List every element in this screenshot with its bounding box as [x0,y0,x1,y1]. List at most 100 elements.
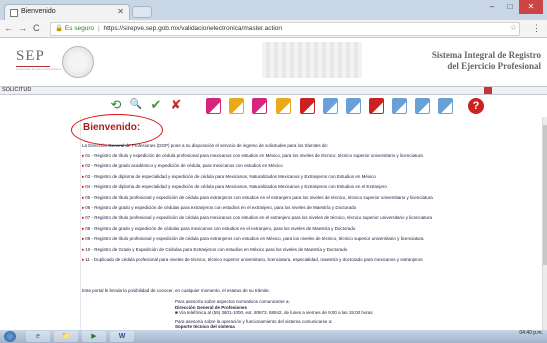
bullet-icon: ▸ [82,184,85,190]
page-scrollbar[interactable] [542,117,547,330]
list-item: ▸04 - Registro de diploma de especialida… [82,184,542,194]
document-icon-8[interactable] [369,98,384,114]
taskbar-word-icon[interactable]: W [110,331,134,342]
tab-close-icon[interactable]: ✕ [117,7,124,16]
browser-menu-icon[interactable]: ⋮ [532,23,541,34]
list-item: ▸08 - Registro de grado y expedición de … [82,226,542,236]
list-item: ▸11 - Duplicado de cédula profesional pa… [82,257,542,267]
user-info-bar: SOLICITUD [0,86,547,95]
back-icon[interactable]: ← [4,23,13,33]
document-icon-5[interactable] [300,98,315,114]
list-item-text: 01 - Registro de título y expedición de … [85,153,423,158]
bullet-icon: ▸ [82,153,85,158]
content-divider [80,117,81,330]
document-icon-1[interactable] [206,98,221,114]
bullet-icon: ▸ [82,163,85,169]
list-item-text: 04 - Registro de diploma de especialidad… [85,184,387,190]
list-item-text: 03 - Registro de diploma de especialidad… [85,173,376,179]
action-toolbar: ⟲ 🔍 ✔ ✘ ? [0,95,547,117]
lock-icon: 🔒 [55,25,64,32]
header-building-image [262,42,362,78]
taskbar-media-icon[interactable]: ▶ [82,331,106,342]
bullet-icon: ▸ [82,194,85,200]
list-item: ▸03 - Registro de diploma de especialida… [82,174,542,184]
refresh-tool-icon[interactable]: ⟲ [108,97,124,113]
url-text: https://sirepve.sep.gob.mx/validacionele… [103,25,282,32]
window-controls: – □ ✕ [483,0,543,14]
url-input[interactable]: 🔒 Es seguro | https://sirepve.sep.gob.mx… [50,22,520,36]
list-item: ▸06 - Registro de grado y expedición de … [82,205,542,215]
site-header: SEP SECRETARÍA DE EDUCACIÓN PÚBLICA Sist… [0,38,547,86]
document-icon-9[interactable] [392,98,407,114]
bullet-icon: ▸ [82,215,85,221]
minimize-button[interactable]: – [483,0,501,14]
logout-icon[interactable] [484,87,492,94]
status-note: Este portal le brinda la posibilidad de … [82,288,270,293]
system-title-line1: Sistema Integral de Registro [431,50,541,60]
contact-info: Para asesoría sobre aspectos normativos … [175,299,373,330]
bookmark-star-icon[interactable]: ☆ [510,23,517,32]
list-item: ▸02 - Registro de grado académico y expe… [82,163,542,173]
procedure-list: ▸01 - Registro de título y expedición de… [82,153,542,267]
document-icon-2[interactable] [229,98,244,114]
contact-line-5: Soporte técnico del sistema [175,324,235,329]
list-item: ▸10 - Registro de Grado y Expedición de … [82,247,542,257]
list-item: ▸07 - Registro de título profesional y e… [82,215,542,225]
list-item: ▸05 - Registro de título profesional y e… [82,195,542,205]
document-icon-10[interactable] [415,98,430,114]
maximize-button[interactable]: □ [501,0,519,14]
list-item-text: 10 - Registro de Grado y Expedición de C… [85,246,348,252]
reload-icon[interactable]: C [33,23,40,33]
contact-line-3: ■ Vía telefónica al (55) 3601-1000, ext.… [175,310,373,315]
document-icon-3[interactable] [252,98,267,114]
list-item: ▸01 - Registro de título y expedición de… [82,153,542,163]
browser-titlebar: Bienvenido ✕ – □ ✕ [0,0,547,20]
national-seal-image [62,46,94,78]
cancel-tool-icon[interactable]: ✘ [168,97,184,113]
list-item-text: 07 - Registro de título profesional y ex… [85,215,432,221]
red-annotation-circle [71,114,163,146]
scrollbar-thumb[interactable] [543,125,547,265]
bullet-icon: ▸ [82,204,85,210]
list-item-text: 02 - Registro de grado académico y exped… [85,163,283,169]
bullet-icon: ▸ [82,236,85,242]
address-bar: ← → C 🔒 Es seguro | https://sirepve.sep.… [0,20,547,38]
logo-divider [16,66,50,67]
intro-text: La Dirección General de Profesiones (DGP… [82,143,329,148]
new-tab-button[interactable] [132,6,152,18]
list-item-text: 11 - Duplicado de cédula profesional par… [85,256,423,262]
windows-taskbar: e 📁 ▶ W 04:40 p.m. [0,330,547,343]
welcome-content: Bienvenido: La Dirección General de Prof… [0,114,547,330]
document-icon-4[interactable] [276,98,291,114]
sep-logo-subtitle: SECRETARÍA DE EDUCACIÓN PÚBLICA [16,68,62,71]
bullet-icon: ▸ [82,246,85,252]
list-item-text: 08 - Registro de grado y expedición de c… [85,225,356,231]
username-label: SOLICITUD [2,87,32,93]
taskbar-ie-icon[interactable]: e [26,331,50,342]
bullet-icon: ▸ [82,225,85,231]
help-icon[interactable]: ? [468,98,484,114]
document-icon-6[interactable] [323,98,338,114]
document-icon-7[interactable] [346,98,361,114]
search-tool-icon[interactable]: 🔍 [128,97,144,113]
system-tray: 04:40 p.m. [519,330,543,337]
check-tool-icon[interactable]: ✔ [148,97,164,113]
document-icon-11[interactable] [438,98,453,114]
list-item-text: 06 - Registro de grado y expedición de c… [85,204,357,210]
start-button[interactable] [4,331,16,342]
forward-icon[interactable]: → [18,23,27,33]
list-item: ▸09 - Registro de título profesional y e… [82,236,542,246]
page-icon [10,9,18,17]
secure-label: Es seguro [64,25,95,32]
system-title: Sistema Integral de Registro del Ejercic… [432,50,541,72]
list-item-text: 05 - Registro de título profesional y ex… [85,194,433,200]
bullet-icon: ▸ [82,173,85,179]
close-window-button[interactable]: ✕ [519,0,543,14]
clock-time[interactable]: 04:40 p.m. [519,330,543,337]
sep-logo-text: SEP [16,48,45,64]
taskbar-folder-icon[interactable]: 📁 [54,331,78,342]
tab-bienvenido[interactable]: Bienvenido ✕ [4,4,130,20]
tab-title: Bienvenido [21,8,56,15]
sep-logo[interactable]: SEP SECRETARÍA DE EDUCACIÓN PÚBLICA [16,48,62,71]
list-item-text: 09 - Registro de título profesional y ex… [85,236,424,242]
